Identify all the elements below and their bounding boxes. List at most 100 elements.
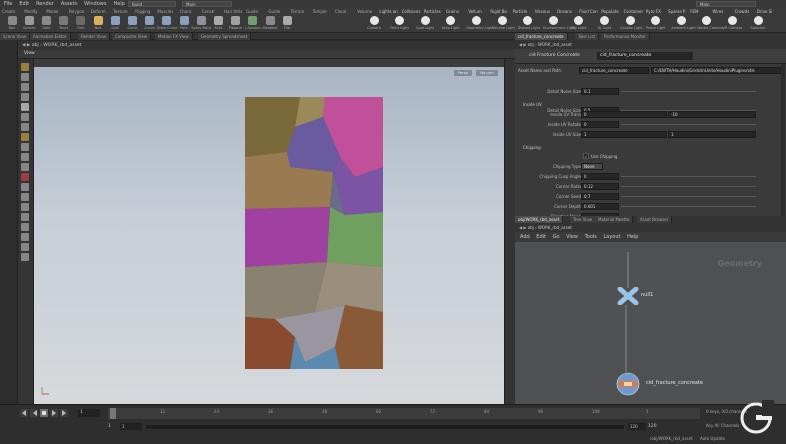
asset-path-field[interactable]: C:/EWTH/Houdini/Grids/InUnits/HoudiniPlu…	[651, 67, 785, 74]
range-start[interactable]: 1	[108, 424, 111, 429]
viewport-tool-icon[interactable]	[21, 113, 29, 121]
param-scrollbar[interactable]	[781, 64, 785, 216]
viewport-tool-icon[interactable]	[21, 253, 29, 261]
chip-param-field[interactable]: 0.12	[581, 183, 619, 190]
tab-take-list[interactable]: Take List	[575, 33, 600, 40]
viewport-tool-icon[interactable]	[21, 213, 29, 221]
menu-file[interactable]: File	[4, 1, 12, 7]
shelf-tool[interactable]: Camera	[364, 16, 384, 32]
net-menu-view[interactable]: View	[566, 234, 578, 240]
shelf-tool[interactable]: Volume Light	[492, 16, 515, 32]
menu-render[interactable]: Render	[36, 1, 54, 7]
shelf-tool[interactable]: Sky Light	[569, 16, 589, 32]
net-path-node[interactable]: WORK_rbd_asset	[538, 225, 572, 230]
param-path-node[interactable]: WORK_rbd_asset	[538, 42, 572, 47]
chip-type-menu[interactable]: None	[581, 163, 603, 170]
menu-assets[interactable]: Assets	[61, 1, 77, 7]
tab-tree-view[interactable]: Tree View	[570, 216, 597, 223]
viewport-tool-icon[interactable]	[21, 223, 29, 231]
uv-size-field-x[interactable]: 1	[581, 131, 667, 138]
shelf-tool[interactable]: Ambient Light	[671, 16, 696, 32]
chip-param-slider[interactable]	[621, 186, 756, 187]
shelf-tool[interactable]: Geometry Light	[466, 16, 494, 32]
menu-windows[interactable]: Windows	[84, 1, 106, 7]
viewport-tool-icon[interactable]	[21, 203, 29, 211]
net-menu-help[interactable]: Help	[627, 234, 638, 240]
shelf-tool[interactable]: VR Camera	[722, 16, 742, 32]
section-inside-uv[interactable]: Inside UV	[523, 102, 542, 107]
range-start-field[interactable]: 1	[120, 423, 142, 430]
param-slider[interactable]	[621, 91, 756, 92]
net-menu-tools[interactable]: Tools	[585, 234, 597, 240]
range-end[interactable]: 120	[648, 424, 657, 429]
tab-render-view[interactable]: Render View	[78, 33, 111, 40]
shelf-tool[interactable]: Switcher	[748, 16, 768, 32]
shelf-tool[interactable]: Spot Light	[415, 16, 435, 32]
uv-trans-field-x[interactable]: 0	[581, 111, 667, 118]
uv-rotate-field[interactable]: 0	[581, 121, 619, 128]
shelf-tool[interactable]: Point Light	[390, 16, 410, 32]
shelf-tool[interactable]: File	[277, 16, 297, 32]
viewport-tool-icon[interactable]	[21, 243, 29, 251]
tab-animation-editor[interactable]: Animation Editor	[30, 33, 71, 40]
chip-param-slider[interactable]	[621, 206, 756, 207]
tab-node-params[interactable]: cid_fracture_concreate	[515, 33, 568, 40]
viewport-tool-icon[interactable]	[21, 93, 29, 101]
viewport-tool-icon[interactable]	[21, 103, 29, 111]
net-menu-go[interactable]: Go	[553, 234, 560, 240]
chip-param-field[interactable]: 0.7	[581, 193, 619, 200]
update-mode[interactable]: Auto Update	[700, 436, 725, 441]
node-name-field[interactable]: cid_fracture_concreate	[597, 52, 693, 60]
frame-field[interactable]: 1	[78, 409, 100, 417]
timeline-bar[interactable]: 12 24 36 48 60 72 84 96 108 1	[108, 408, 700, 419]
tab-asset-browser[interactable]: Asset Browser	[637, 216, 673, 223]
viewport-tool-icon[interactable]	[21, 133, 29, 141]
shelf-tool[interactable]: Area Light	[441, 16, 461, 32]
shelf-tool[interactable]: Portal Light	[646, 16, 666, 32]
chip-param-field[interactable]: 0.001	[581, 203, 619, 210]
persp-menu[interactable]: Persp	[454, 70, 472, 76]
viewport-tool-icon[interactable]	[21, 63, 29, 71]
viewport-tool-icon[interactable]	[21, 153, 29, 161]
asset-name-field[interactable]: cid_fracture_concreate	[579, 67, 649, 74]
viewport-tool-icon[interactable]	[21, 233, 29, 241]
chip-param-field[interactable]: 0	[581, 173, 619, 180]
chip-param-slider[interactable]	[621, 176, 756, 177]
tab-geometry-spreadsheet[interactable]: Geometry Spreadsheet	[198, 33, 252, 40]
chip-param-slider[interactable]	[621, 196, 756, 197]
viewport-tool-icon[interactable]	[21, 163, 29, 171]
uv-trans-field-y[interactable]: -10	[668, 111, 756, 118]
range-slider[interactable]	[146, 425, 624, 429]
net-menu-add[interactable]: Add	[520, 234, 530, 240]
fracture-node[interactable]	[614, 372, 642, 396]
tab-composite-view[interactable]: Composite View	[112, 33, 152, 40]
section-chipping[interactable]: Chipping	[523, 145, 541, 150]
playhead[interactable]	[110, 408, 116, 419]
tab-scene-view[interactable]: Scene View	[0, 33, 30, 40]
net-menu-layout[interactable]: Layout	[603, 234, 620, 240]
menu-help[interactable]: Help	[113, 1, 124, 7]
tab-performance-monitor[interactable]: Performance Monitor	[601, 33, 650, 40]
viewport-tool-icon[interactable]	[21, 183, 29, 191]
net-menu-edit[interactable]: Edit	[536, 234, 546, 240]
desktop-right[interactable]: Main	[696, 1, 756, 7]
uv-size-field-y[interactable]: 1	[668, 131, 756, 138]
viewport-tool-icon[interactable]	[21, 173, 29, 181]
menu-edit[interactable]: Edit	[19, 1, 29, 7]
shelf-tool[interactable]: Stereo Camera	[697, 16, 723, 32]
tab-network[interactable]: obj/WORK_rbd_asset	[515, 216, 564, 223]
null-node[interactable]	[617, 286, 639, 306]
shelf-tool[interactable]: GI Light	[594, 16, 614, 32]
desktop-selector-2[interactable]: Main	[182, 1, 232, 7]
viewport-tool-icon[interactable]	[21, 143, 29, 151]
viewport-tool-icon[interactable]	[21, 83, 29, 91]
param-field[interactable]: 0.1	[581, 88, 619, 95]
tab-material-palette[interactable]: Material Palette	[595, 216, 634, 223]
path-node[interactable]: WORK_rbd_asset	[43, 43, 81, 48]
key-all-button[interactable]: Key All Channels	[706, 423, 739, 428]
range-end-field[interactable]: 120	[628, 423, 646, 430]
uv-rotate-slider[interactable]	[621, 124, 756, 125]
shelf-tool[interactable]: Environment Light	[543, 16, 575, 32]
viewport-tool-icon[interactable]	[21, 123, 29, 131]
path-obj[interactable]: obj	[32, 43, 39, 48]
